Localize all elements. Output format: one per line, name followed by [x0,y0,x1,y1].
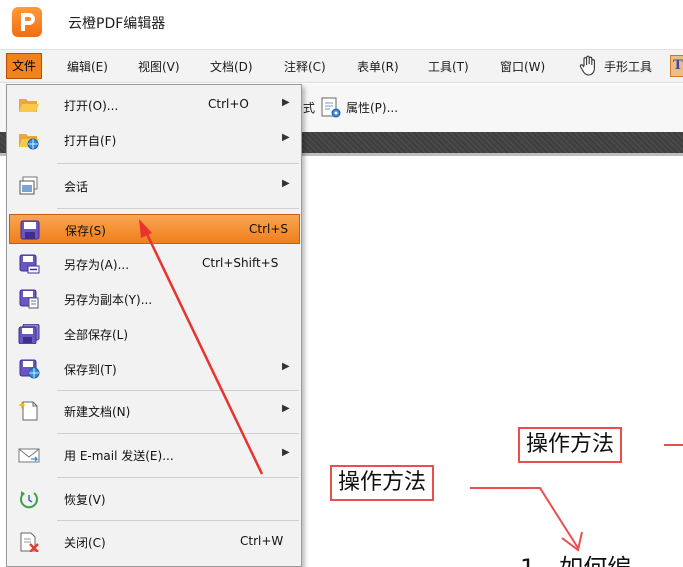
pointer-arrow [139,219,264,475]
pointer-arrow-line [144,231,264,475]
pointer-arrow-head [139,219,152,238]
